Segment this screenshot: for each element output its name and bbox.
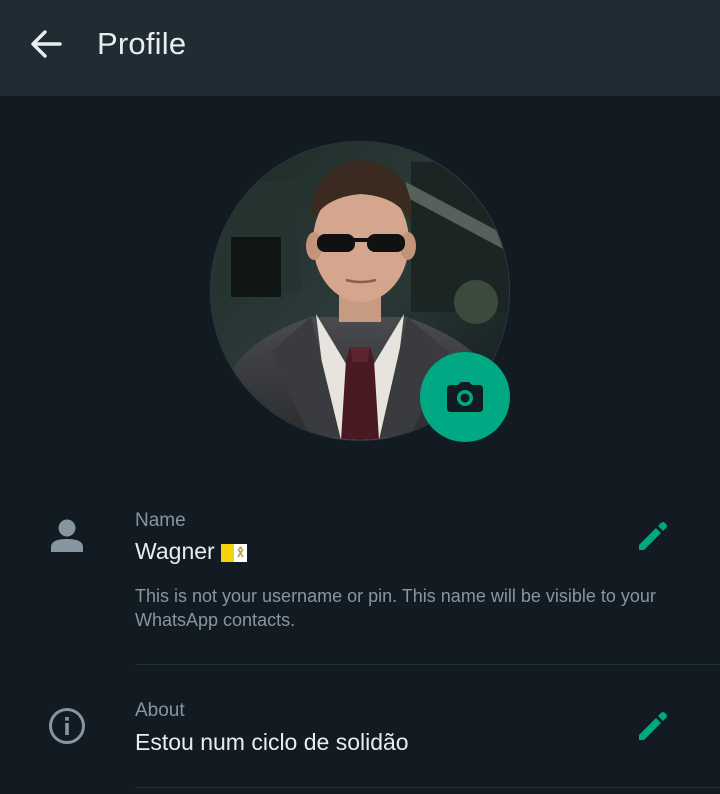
app-bar: Profile [0, 0, 720, 96]
name-hint: This is not your username or pin. This n… [135, 586, 656, 630]
vatican-flag-icon [220, 541, 247, 568]
page-title: Profile [97, 26, 187, 61]
about-label: About [135, 700, 185, 721]
info-icon [46, 705, 88, 747]
edit-name-button[interactable] [630, 514, 674, 558]
arrow-left-icon [31, 30, 62, 58]
name-value-container[interactable]: Wagner [135, 538, 247, 568]
change-photo-button[interactable] [420, 352, 510, 442]
profile-photo-section [211, 142, 510, 442]
about-value[interactable]: Estou num ciclo de solidão [135, 729, 409, 756]
pencil-icon [639, 712, 667, 740]
person-icon [46, 516, 88, 556]
name-value: Wagner [135, 538, 215, 564]
divider [135, 787, 720, 788]
edit-about-button[interactable] [630, 704, 674, 748]
back-button[interactable] [22, 24, 70, 64]
pencil-icon [639, 522, 667, 550]
camera-icon [447, 382, 483, 412]
name-label: Name [135, 510, 186, 531]
divider [135, 664, 720, 665]
